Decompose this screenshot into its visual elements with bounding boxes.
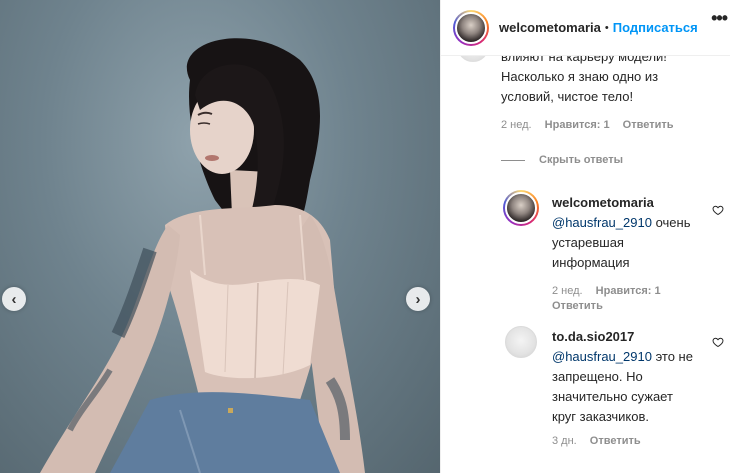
comments-panel: влияют на карьеру модели! Насколько я зн… bbox=[440, 0, 730, 473]
mention-link[interactable]: @hausfrau_2910 bbox=[552, 215, 652, 230]
reply-line: круг заказчиков. bbox=[552, 409, 650, 424]
reply-avatar[interactable] bbox=[505, 326, 537, 358]
reply-line: очень bbox=[655, 215, 691, 230]
more-options-icon[interactable]: ••• bbox=[711, 8, 728, 29]
like-heart-icon[interactable] bbox=[712, 336, 724, 348]
model-photo-illustration bbox=[40, 38, 365, 473]
reply-line: значительно сужает bbox=[552, 389, 673, 404]
follow-button[interactable]: Подписаться bbox=[613, 20, 698, 35]
next-photo-button[interactable]: › bbox=[406, 287, 430, 311]
comment-line: условий, чистое тело! bbox=[501, 89, 634, 104]
reply-line: запрещено. Но bbox=[552, 369, 643, 384]
comment-meta: 2 нед. Нравится: 1 Ответить bbox=[501, 119, 684, 131]
reply-text: to.da.sio2017 @hausfrau_2910 это не запр… bbox=[552, 327, 712, 427]
comment-line: Насколько я знаю одно из bbox=[501, 69, 659, 84]
comment-text: влияют на карьеру модели! Насколько я зн… bbox=[501, 47, 721, 107]
author-username[interactable]: welcometomaria bbox=[499, 20, 601, 35]
chevron-right-icon: › bbox=[415, 290, 421, 308]
reply-line: устаревшая bbox=[552, 235, 624, 250]
reply-button[interactable]: Ответить bbox=[590, 435, 641, 447]
post-photo[interactable]: ‹ › bbox=[0, 0, 440, 473]
hide-replies-button[interactable]: Скрыть ответы bbox=[501, 154, 623, 166]
chevron-left-icon: ‹ bbox=[11, 290, 17, 308]
avatar-image bbox=[505, 192, 537, 224]
reply-time[interactable]: 2 нед. bbox=[552, 285, 583, 297]
reply-username[interactable]: to.da.sio2017 bbox=[552, 329, 634, 344]
reply-time[interactable]: 3 дн. bbox=[552, 435, 577, 447]
previous-photo-button[interactable]: ‹ bbox=[2, 287, 26, 311]
post-header: welcometomaria • Подписаться ••• bbox=[441, 0, 730, 56]
reply-likes[interactable]: Нравится: 1 bbox=[596, 285, 661, 297]
separator-dot: • bbox=[604, 21, 609, 34]
hide-replies-label: Скрыть ответы bbox=[539, 154, 623, 166]
reply-text: welcometomaria @hausfrau_2910 очень уста… bbox=[552, 193, 712, 273]
reply-avatar[interactable] bbox=[503, 190, 539, 226]
mention-link[interactable]: @hausfrau_2910 bbox=[552, 349, 652, 364]
reply-line: это не bbox=[655, 349, 693, 364]
divider-line bbox=[501, 159, 525, 161]
reply-meta: 2 нед. Нравится: 1 Ответить bbox=[552, 284, 702, 314]
reply-button[interactable]: Ответить bbox=[552, 300, 603, 312]
reply-meta: 3 дн. Ответить bbox=[552, 435, 651, 447]
reply-button[interactable]: Ответить bbox=[623, 119, 674, 131]
comment-likes[interactable]: Нравится: 1 bbox=[545, 119, 610, 131]
reply-line: информация bbox=[552, 255, 630, 270]
author-avatar[interactable] bbox=[453, 9, 489, 46]
like-heart-icon[interactable] bbox=[712, 204, 724, 216]
reply-username[interactable]: welcometomaria bbox=[552, 195, 654, 210]
avatar-image bbox=[455, 11, 487, 44]
comment-time[interactable]: 2 нед. bbox=[501, 119, 532, 131]
